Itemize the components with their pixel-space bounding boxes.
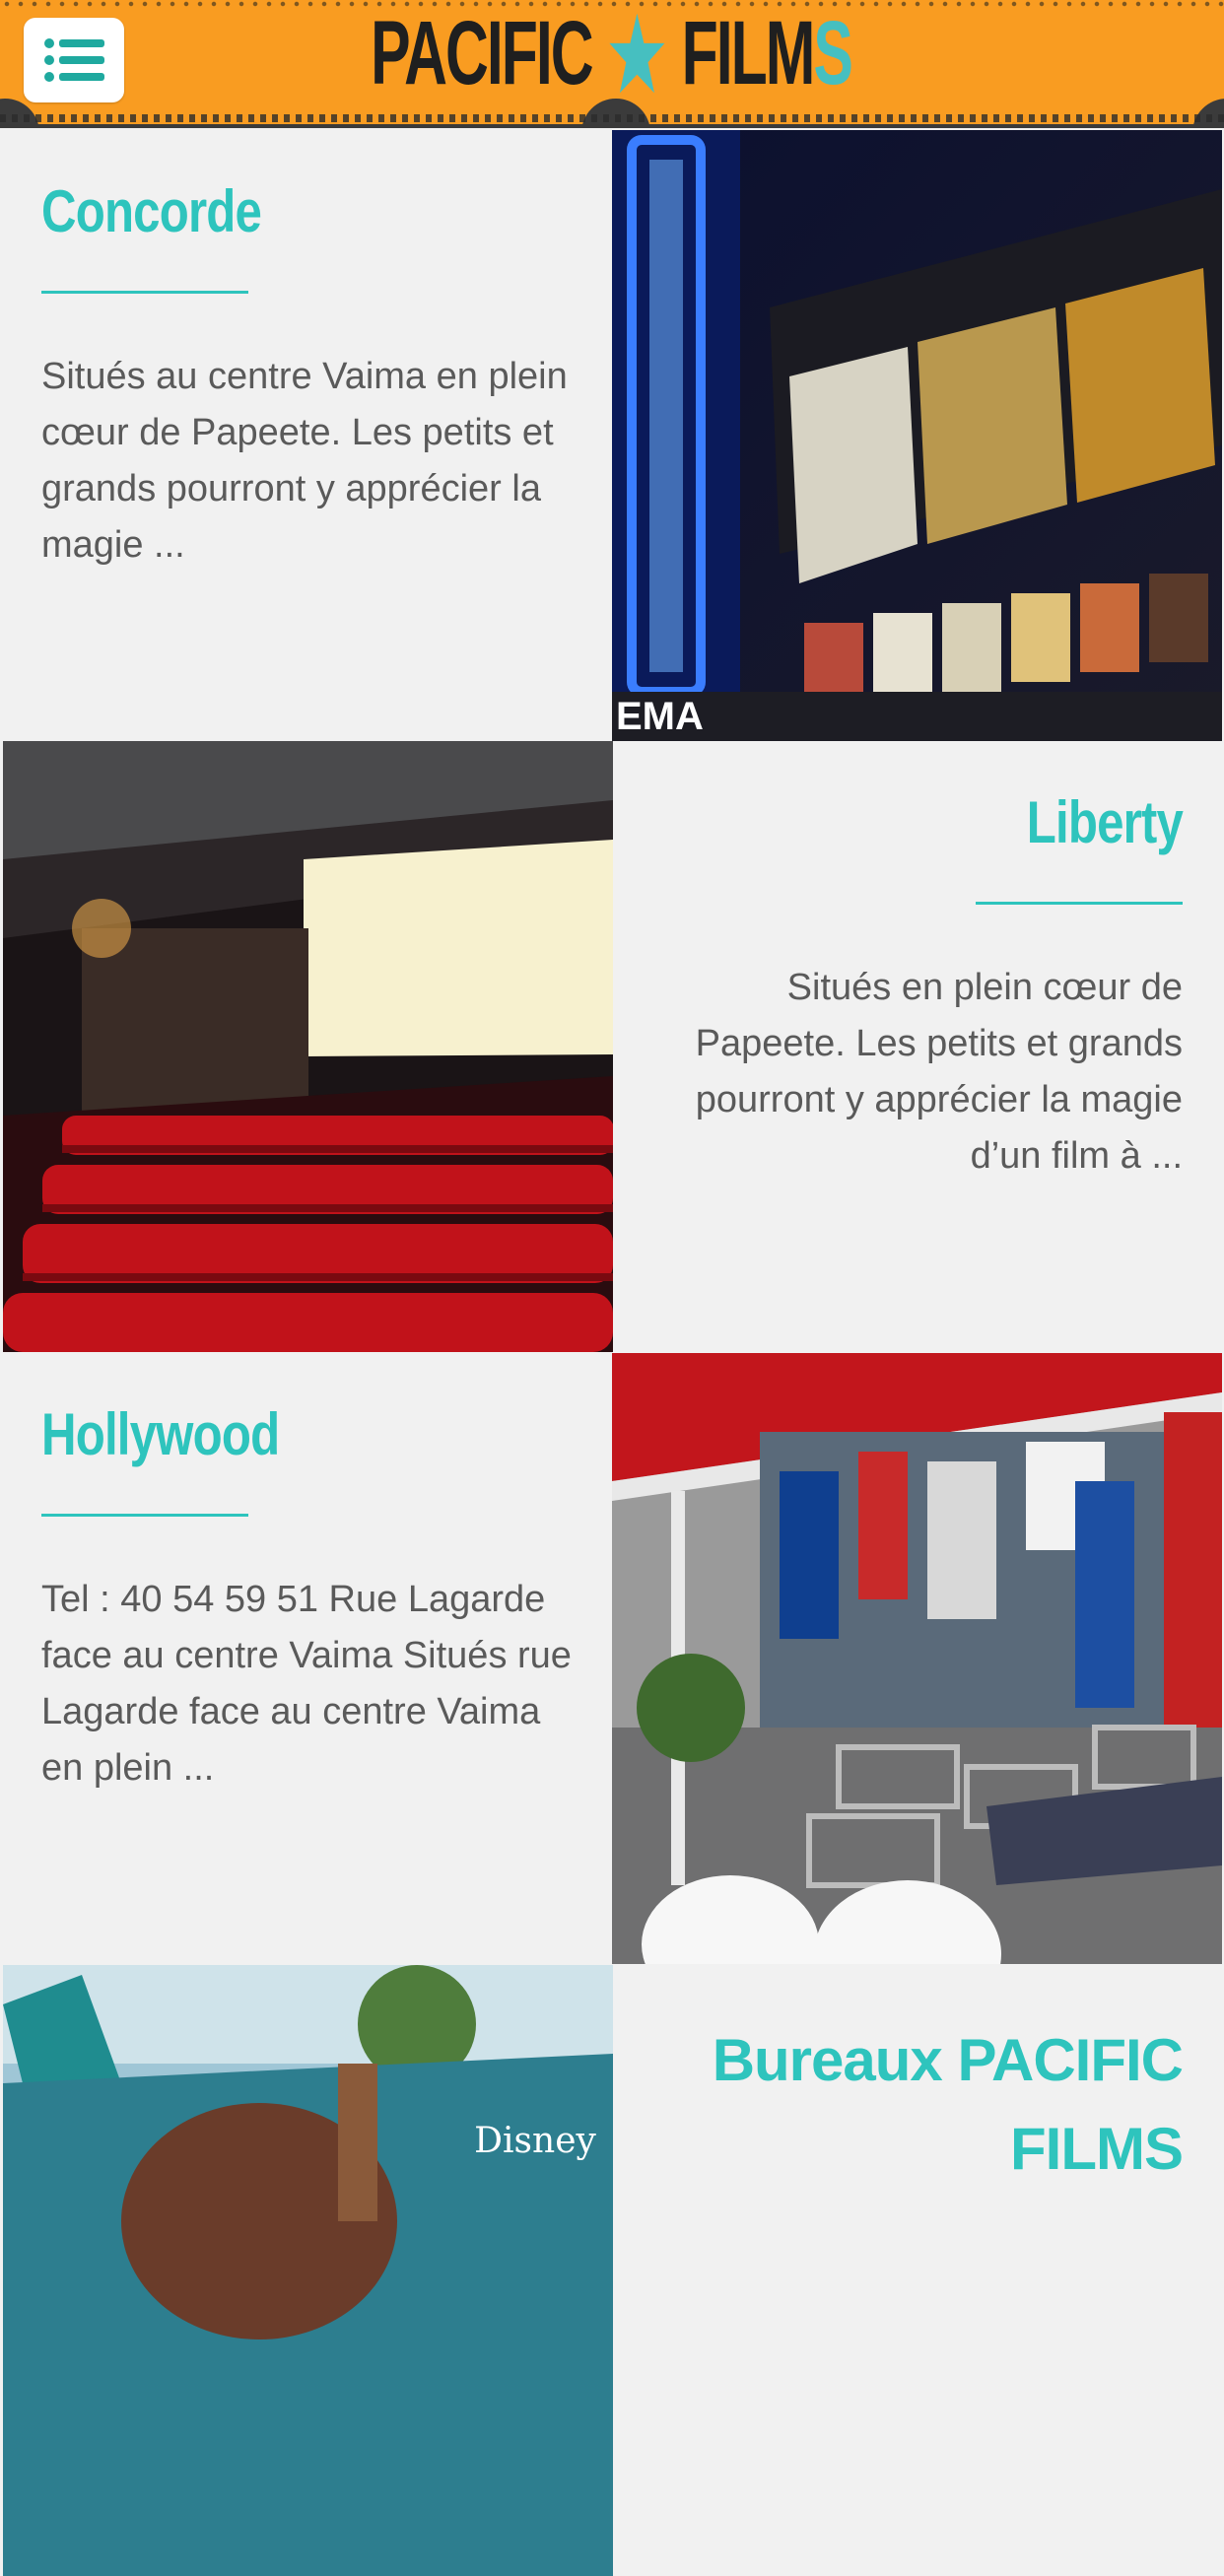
cinema-text-panel: Concorde Situés au centre Vaima en plein… (0, 130, 611, 741)
title-underline (41, 291, 248, 294)
cinema-card-concorde[interactable]: Concorde Situés au centre Vaima en plein… (0, 130, 1224, 741)
title-underline (976, 902, 1183, 905)
svg-text:EMA: EMA (616, 695, 704, 738)
hollywood-cinema-terrace-photo[interactable] (612, 1353, 1222, 1964)
app-header: PACIFIC FILM S (0, 0, 1224, 128)
cinema-text-panel: Liberty Situés en plein cœur de Papeete.… (613, 741, 1224, 1352)
office-card-pacific-films[interactable]: Disney Bureaux PACIFIC FILMS (0, 1965, 1224, 2576)
brand-logo-right: FILM (681, 2, 816, 103)
cinema-title[interactable]: Hollywood (41, 1400, 280, 1468)
cinema-card-hollywood[interactable]: Hollywood Tel : 40 54 59 51 Rue Lagarde … (0, 1353, 1224, 1964)
pacific-films-office-poster[interactable]: Disney (3, 1965, 613, 2576)
concorde-cinema-entrance-photo[interactable]: EMA (612, 130, 1222, 741)
cinema-card-liberty[interactable]: Liberty Situés en plein cœur de Papeete.… (0, 741, 1224, 1352)
header-divider (0, 124, 1224, 128)
list-icon (44, 38, 104, 82)
cinema-description: Situés en plein cœur de Papeete. Les pet… (695, 967, 1183, 1177)
header-film-stripe (0, 114, 1224, 122)
svg-text:Disney: Disney (474, 2121, 596, 2161)
office-text-panel: Bureaux PACIFIC FILMS (613, 1965, 1224, 2576)
cinema-description: Tel : 40 54 59 51 Rue Lagarde face au ce… (41, 1579, 572, 1789)
brand-logo[interactable]: PACIFIC FILM S (371, 3, 853, 103)
cinema-title[interactable]: Concorde (41, 177, 262, 245)
cinema-text-panel: Hollywood Tel : 40 54 59 51 Rue Lagarde … (0, 1353, 611, 1964)
liberty-cinema-hall-photo[interactable] (3, 741, 613, 1352)
cinema-description: Situés au centre Vaima en plein cœur de … (41, 356, 568, 566)
menu-button[interactable] (24, 18, 124, 102)
cinema-title[interactable]: Liberty (1027, 788, 1184, 856)
office-title[interactable]: Bureaux PACIFIC FILMS (631, 2016, 1184, 2194)
brand-logo-left: PACIFIC (371, 2, 593, 103)
title-underline (41, 1514, 248, 1517)
star-icon (601, 12, 673, 95)
brand-logo-tail: S (813, 2, 853, 103)
